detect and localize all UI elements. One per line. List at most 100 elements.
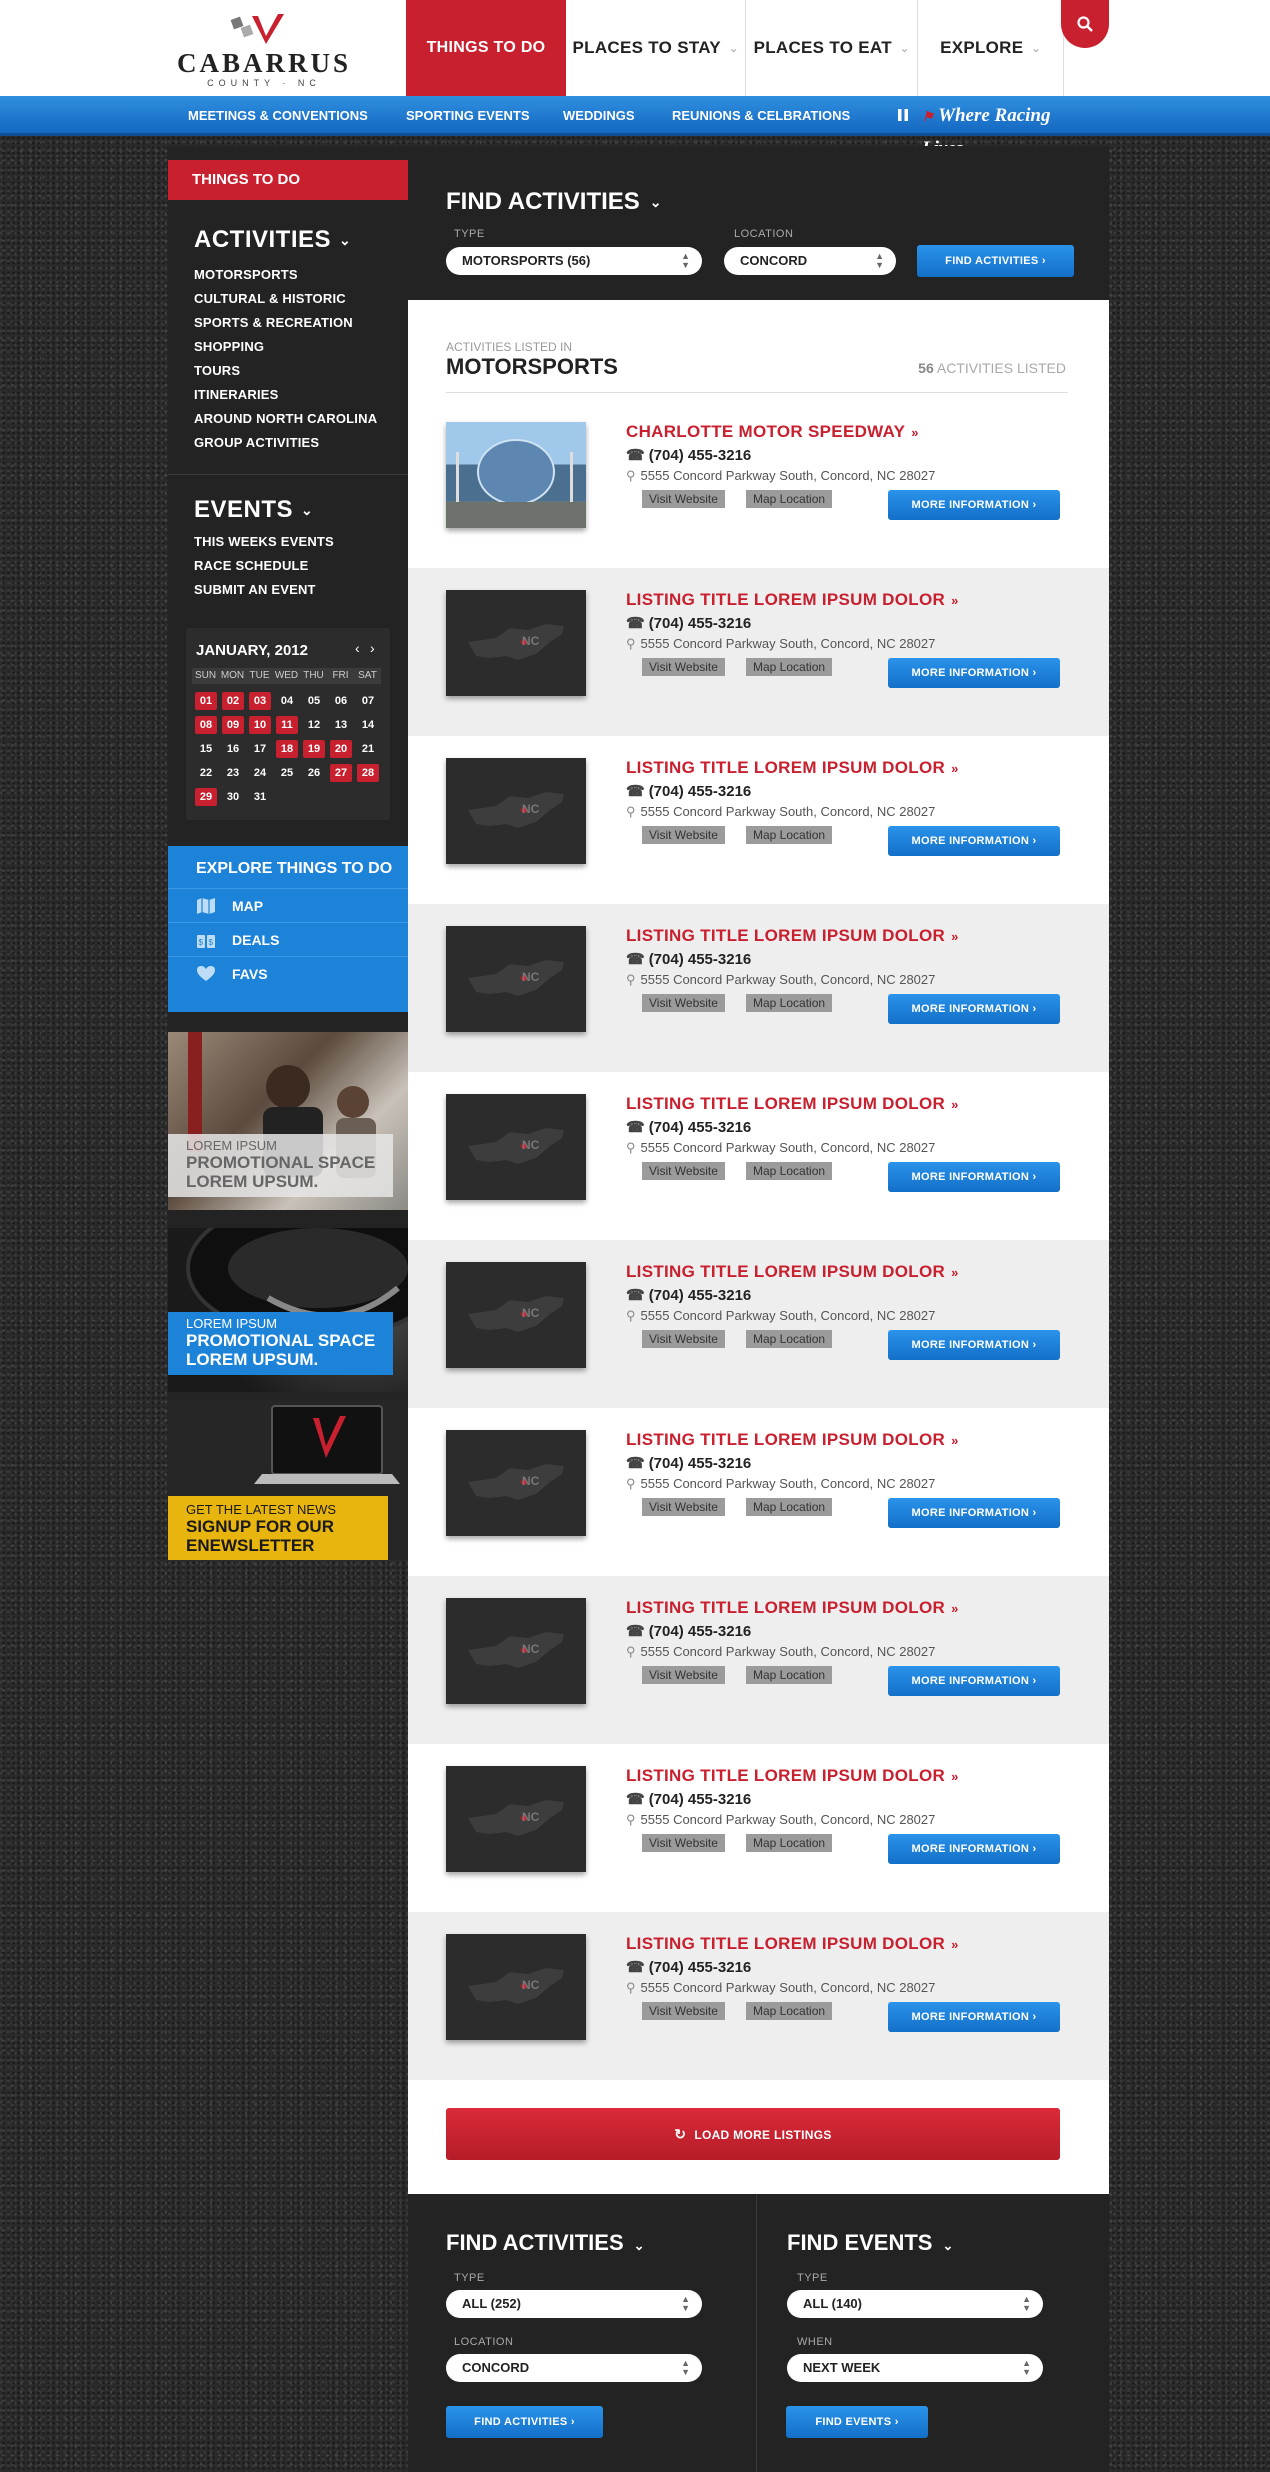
- listing-title-link[interactable]: LISTING TITLE LOREM IPSUM DOLOR »: [626, 926, 959, 946]
- map-location-button[interactable]: Map Location: [746, 1834, 833, 1852]
- map-location-button[interactable]: Map Location: [746, 2002, 833, 2020]
- calendar-day[interactable]: 04: [276, 692, 298, 710]
- more-information-button[interactable]: MORE INFORMATION ›: [888, 2002, 1060, 2032]
- calendar-next-icon[interactable]: ›: [370, 640, 375, 656]
- site-logo[interactable]: CABARRUS COUNTY · NC: [166, 12, 362, 88]
- visit-website-button[interactable]: Visit Website: [642, 1834, 725, 1852]
- nav-things-to-do[interactable]: THINGS TO DO: [406, 0, 566, 106]
- footer-when-select[interactable]: NEXT WEEK ▲ ▼: [787, 2354, 1043, 2382]
- calendar-day[interactable]: 16: [222, 740, 244, 758]
- visit-website-button[interactable]: Visit Website: [642, 1330, 725, 1348]
- nav-places-to-stay[interactable]: PLACES TO STAY ⌄: [566, 0, 746, 96]
- listing-title-link[interactable]: LISTING TITLE LOREM IPSUM DOLOR »: [626, 590, 959, 610]
- nav-explore[interactable]: EXPLORE ⌄: [918, 0, 1064, 96]
- calendar-day[interactable]: 02: [222, 692, 244, 710]
- sidebar-item-this-weeks-events[interactable]: THIS WEEKS EVENTS: [194, 534, 334, 549]
- more-information-button[interactable]: MORE INFORMATION ›: [888, 658, 1060, 688]
- visit-website-button[interactable]: Visit Website: [642, 658, 725, 676]
- activities-heading[interactable]: ACTIVITIES ⌄: [194, 226, 351, 254]
- calendar-day[interactable]: 05: [303, 692, 325, 710]
- visit-website-button[interactable]: Visit Website: [642, 2002, 725, 2020]
- map-location-button[interactable]: Map Location: [746, 826, 833, 844]
- calendar-day[interactable]: 22: [195, 764, 217, 782]
- sidebar-item-around-nc[interactable]: AROUND NORTH CAROLINA: [194, 411, 377, 426]
- calendar-day[interactable]: 09: [222, 716, 244, 734]
- calendar-day[interactable]: 24: [249, 764, 271, 782]
- search-button[interactable]: [1061, 0, 1109, 48]
- listing-thumbnail[interactable]: NC: [446, 590, 586, 696]
- listing-title-link[interactable]: LISTING TITLE LOREM IPSUM DOLOR »: [626, 758, 959, 778]
- visit-website-button[interactable]: Visit Website: [642, 1666, 725, 1684]
- footer-find-activities-button[interactable]: FIND ACTIVITIES ›: [446, 2406, 603, 2438]
- map-location-button[interactable]: Map Location: [746, 490, 833, 508]
- visit-website-button[interactable]: Visit Website: [642, 826, 725, 844]
- listing-thumbnail[interactable]: NC: [446, 1430, 586, 1536]
- find-activities-button[interactable]: FIND ACTIVITIES ›: [917, 245, 1074, 277]
- subnav-reunions[interactable]: REUNIONS & CELBRATIONS: [672, 96, 850, 136]
- footer-event-type-select[interactable]: ALL (140) ▲ ▼: [787, 2290, 1043, 2318]
- listing-thumbnail[interactable]: NC: [446, 926, 586, 1032]
- subnav-sporting-events[interactable]: SPORTING EVENTS: [406, 96, 530, 136]
- visit-website-button[interactable]: Visit Website: [642, 994, 725, 1012]
- calendar-day[interactable]: 17: [249, 740, 271, 758]
- pause-icon[interactable]: [896, 108, 910, 122]
- calendar-day[interactable]: 27: [330, 764, 352, 782]
- more-information-button[interactable]: MORE INFORMATION ›: [888, 1498, 1060, 1528]
- visit-website-button[interactable]: Visit Website: [642, 490, 725, 508]
- more-information-button[interactable]: MORE INFORMATION ›: [888, 1162, 1060, 1192]
- more-information-button[interactable]: MORE INFORMATION ›: [888, 826, 1060, 856]
- calendar-day[interactable]: 25: [276, 764, 298, 782]
- visit-website-button[interactable]: Visit Website: [642, 1498, 725, 1516]
- nav-places-to-eat[interactable]: PLACES TO EAT ⌄: [746, 0, 918, 96]
- map-location-button[interactable]: Map Location: [746, 1666, 833, 1684]
- sidebar-item-race-schedule[interactable]: RACE SCHEDULE: [194, 558, 309, 573]
- more-information-button[interactable]: MORE INFORMATION ›: [888, 994, 1060, 1024]
- calendar-day[interactable]: 13: [330, 716, 352, 734]
- calendar-day[interactable]: 08: [195, 716, 217, 734]
- calendar-day[interactable]: 11: [276, 716, 298, 734]
- sidebar-item-sports-recreation[interactable]: SPORTS & RECREATION: [194, 315, 353, 330]
- footer-find-events-title[interactable]: FIND EVENTS ⌄: [787, 2230, 953, 2256]
- explore-item-favs[interactable]: FAVS: [168, 956, 408, 990]
- calendar-day[interactable]: 18: [276, 740, 298, 758]
- listing-thumbnail[interactable]: NC: [446, 758, 586, 864]
- footer-activity-type-select[interactable]: ALL (252) ▲ ▼: [446, 2290, 702, 2318]
- events-heading[interactable]: EVENTS ⌄: [194, 496, 313, 524]
- calendar-day[interactable]: 12: [303, 716, 325, 734]
- sidebar-item-itineraries[interactable]: ITINERARIES: [194, 387, 279, 402]
- listing-thumbnail[interactable]: NC: [446, 1094, 586, 1200]
- calendar-day[interactable]: 14: [357, 716, 379, 734]
- visit-website-button[interactable]: Visit Website: [642, 1162, 725, 1180]
- calendar-day[interactable]: 20: [330, 740, 352, 758]
- more-information-button[interactable]: MORE INFORMATION ›: [888, 1330, 1060, 1360]
- type-select[interactable]: MOTORSPORTS (56) ▲ ▼: [446, 247, 702, 275]
- promo-banner-2[interactable]: LOREM IPSUM PROMOTIONAL SPACE LOREM UPSU…: [168, 1228, 408, 1392]
- calendar-day[interactable]: 03: [249, 692, 271, 710]
- calendar-day[interactable]: 26: [303, 764, 325, 782]
- listing-title-link[interactable]: LISTING TITLE LOREM IPSUM DOLOR »: [626, 1766, 959, 1786]
- listing-thumbnail[interactable]: NC: [446, 1598, 586, 1704]
- load-more-button[interactable]: ↻ LOAD MORE LISTINGS: [446, 2108, 1060, 2160]
- find-activities-title[interactable]: FIND ACTIVITIES ⌄: [446, 188, 662, 216]
- calendar-day[interactable]: 29: [195, 788, 217, 806]
- listing-title-link[interactable]: LISTING TITLE LOREM IPSUM DOLOR »: [626, 1262, 959, 1282]
- footer-find-events-button[interactable]: FIND EVENTS ›: [786, 2406, 928, 2438]
- calendar-day[interactable]: 19: [303, 740, 325, 758]
- listing-title-link[interactable]: LISTING TITLE LOREM IPSUM DOLOR »: [626, 1598, 959, 1618]
- calendar-day[interactable]: 07: [357, 692, 379, 710]
- calendar-prev-icon[interactable]: ‹: [355, 640, 360, 656]
- calendar-day[interactable]: 31: [249, 788, 271, 806]
- calendar-day[interactable]: 28: [357, 764, 379, 782]
- more-information-button[interactable]: MORE INFORMATION ›: [888, 490, 1060, 520]
- promo-banner-1[interactable]: LOREM IPSUM PROMOTIONAL SPACE LOREM UPSU…: [168, 1032, 408, 1210]
- calendar-day[interactable]: 06: [330, 692, 352, 710]
- sidebar-item-cultural-historic[interactable]: CULTURAL & HISTORIC: [194, 291, 346, 306]
- sidebar-item-shopping[interactable]: SHOPPING: [194, 339, 264, 354]
- listing-thumbnail[interactable]: NC: [446, 1766, 586, 1872]
- calendar-day[interactable]: 30: [222, 788, 244, 806]
- promo-newsletter[interactable]: GET THE LATEST NEWS SIGNUP FOR OUR ENEWS…: [168, 1400, 408, 1560]
- more-information-button[interactable]: MORE INFORMATION ›: [888, 1666, 1060, 1696]
- location-select[interactable]: CONCORD ▲ ▼: [724, 247, 896, 275]
- calendar-day[interactable]: 23: [222, 764, 244, 782]
- more-information-button[interactable]: MORE INFORMATION ›: [888, 1834, 1060, 1864]
